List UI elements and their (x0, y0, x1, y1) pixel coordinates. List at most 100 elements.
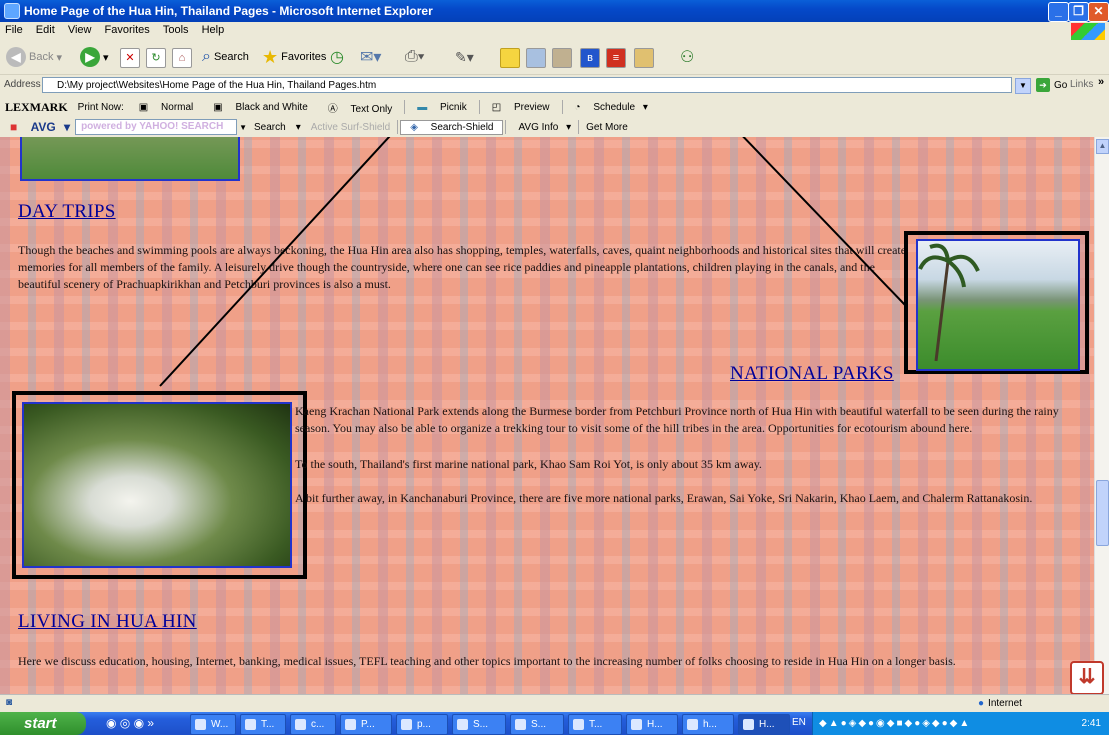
separator (404, 100, 406, 114)
taskbar-item[interactable]: H... (626, 714, 678, 735)
search-label: Search (213, 51, 249, 63)
annotation-arrows (159, 137, 906, 387)
black-white-button[interactable]: ▣ Black and White (203, 102, 318, 113)
go-label: Go (1054, 79, 1068, 91)
menu-help[interactable]: Help (197, 22, 230, 38)
separator (505, 120, 507, 134)
taskbar-item[interactable]: p... (396, 714, 448, 735)
window-title: Home Page of the Hua Hin, Thailand Pages… (24, 4, 433, 18)
picnik-icon: ▬ (417, 101, 431, 113)
lexmark-logo[interactable]: LEXMARK (0, 100, 73, 115)
avg-logo[interactable]: ■ AVG ▾ (0, 120, 75, 134)
taskbar-item[interactable]: c... (290, 714, 336, 735)
system-tray: ◆▲●◈◆●◉◆■◆●◈◆●◆▲ 2:41 (812, 712, 1109, 735)
tool-icon[interactable]: ≡ (606, 48, 626, 68)
back-button[interactable]: ◀ Back ▾ (6, 46, 62, 68)
go-arrow-icon: ➔ (1036, 78, 1050, 92)
avg-info-button[interactable]: AVG Info ▾ (508, 122, 576, 133)
start-button[interactable]: start (0, 712, 86, 735)
stop-icon[interactable]: ✕ (120, 48, 140, 68)
research-icon[interactable] (552, 48, 572, 68)
active-surf-shield-button[interactable]: Active Surf-Shield (306, 122, 395, 133)
separator (397, 120, 399, 134)
globe-icon: ● (978, 698, 985, 709)
taskbar-item[interactable]: S... (452, 714, 506, 735)
mail-icon[interactable]: ✉▾ (360, 46, 381, 68)
go-button[interactable]: ➔ Go (1036, 78, 1067, 92)
taskbar-item[interactable]: h... (682, 714, 734, 735)
people-icon[interactable]: ⚇ (680, 46, 694, 68)
scroll-down-button[interactable]: ⇊ (1070, 661, 1104, 695)
normal-button[interactable]: ▣ Normal (129, 102, 203, 113)
taskbar-item[interactable]: S... (510, 714, 564, 735)
maximize-button[interactable]: ❐ (1068, 2, 1089, 22)
clock: 2:41 (1081, 718, 1101, 729)
preview-icon: ◰ (491, 101, 504, 113)
vertical-scrollbar[interactable]: ▲ (1094, 137, 1109, 694)
taskbar-item[interactable]: W... (190, 714, 236, 735)
zone-indicator: ● Internet (978, 698, 1022, 709)
get-more-button[interactable]: Get More (581, 122, 633, 133)
address-input[interactable]: D:\My project\Websites\Home Page of the … (42, 77, 1012, 93)
print-icon[interactable]: ⎙▾ (405, 46, 425, 68)
chevron-right-icon[interactable]: » (1098, 76, 1104, 88)
text-icon: Ⓐ (327, 103, 341, 115)
quick-launch-icons[interactable]: ◉ ◎ ◉ » (106, 716, 154, 730)
scroll-up-icon[interactable]: ▲ (1096, 139, 1109, 154)
menu-file[interactable]: File (0, 22, 28, 38)
taskbar-item[interactable]: T... (568, 714, 622, 735)
bluetooth-icon[interactable]: ʙ (580, 48, 600, 68)
back-arrow-icon: ◀ (6, 47, 26, 67)
scroll-thumb[interactable] (1096, 480, 1109, 546)
yahoo-search-input[interactable]: powered by YAHOO! SEARCH (75, 119, 238, 135)
tray-icons[interactable]: ◆▲●◈◆●◉◆■◆●◈◆●◆▲ (819, 712, 971, 735)
links-button[interactable]: Links (1070, 79, 1093, 90)
separator (478, 100, 480, 114)
favorites-button[interactable]: ★ Favorites (262, 46, 326, 68)
folder-icon[interactable] (500, 48, 520, 68)
status-bar: ◙ ● Internet (0, 694, 1109, 713)
search-shield-label: Search-Shield (430, 121, 494, 133)
text-only-label: Text Only (350, 103, 393, 115)
separator (578, 120, 580, 134)
home-icon[interactable]: ⌂ (172, 48, 192, 68)
search-button[interactable]: ⌕ Search (202, 46, 249, 68)
standard-toolbar: ◀ Back ▾ ▶ ▾ ✕ ↻ ⌂ ⌕ Search ★ Favorites … (0, 40, 1109, 75)
search-icon: ⌕ (202, 48, 211, 65)
picnik-button[interactable]: ▬ Picnik (407, 102, 476, 113)
yahoo-dropdown-icon[interactable]: ▼ (237, 123, 249, 132)
menu-view[interactable]: View (63, 22, 97, 38)
close-button[interactable]: ✕ (1088, 2, 1109, 22)
avg-search-button[interactable]: Search (249, 122, 291, 133)
minimize-button[interactable]: _ (1048, 2, 1069, 22)
forward-button[interactable]: ▶ ▾ (80, 46, 109, 68)
printer-icon: ▣ (213, 101, 226, 113)
menu-favorites[interactable]: Favorites (100, 22, 155, 38)
ie-icon (4, 3, 20, 19)
menu-bar: File Edit View Favorites Tools Help (0, 22, 1109, 43)
language-indicator[interactable]: EN (792, 717, 806, 728)
schedule-button[interactable]: ◔ Schedule ▾ (565, 102, 653, 113)
chevron-down-icon[interactable]: ▾ (291, 122, 306, 133)
text-only-button[interactable]: Ⓐ Text Only (318, 100, 402, 115)
taskbar-item[interactable]: T... (240, 714, 286, 735)
history-icon[interactable]: ◷ (330, 46, 344, 68)
messenger-icon[interactable] (526, 48, 546, 68)
arrow-to-ricefield (742, 137, 906, 306)
picnik-label: Picnik (440, 101, 467, 113)
taskbar-item-active[interactable]: H... (738, 714, 790, 735)
address-dropdown-icon[interactable]: ▼ (1015, 78, 1031, 94)
forward-arrow-icon: ▶ (80, 47, 100, 67)
grid-tool-icon[interactable] (634, 48, 654, 68)
taskbar-item[interactable]: P... (340, 714, 392, 735)
arrow-to-waterfall (159, 137, 391, 387)
print-now-button[interactable]: Print Now: (73, 102, 129, 113)
menu-edit[interactable]: Edit (31, 22, 60, 38)
refresh-icon[interactable]: ↻ (146, 48, 166, 68)
avg-toolbar: ■ AVG ▾ powered by YAHOO! SEARCH ▼ Searc… (0, 117, 1109, 138)
menu-tools[interactable]: Tools (158, 22, 194, 38)
title-bar: Home Page of the Hua Hin, Thailand Pages… (0, 0, 1109, 22)
search-shield-button[interactable]: ◈ Search-Shield (400, 119, 504, 135)
edit-icon[interactable]: ✎▾ (455, 46, 474, 68)
preview-button[interactable]: ◰ Preview (482, 102, 560, 113)
